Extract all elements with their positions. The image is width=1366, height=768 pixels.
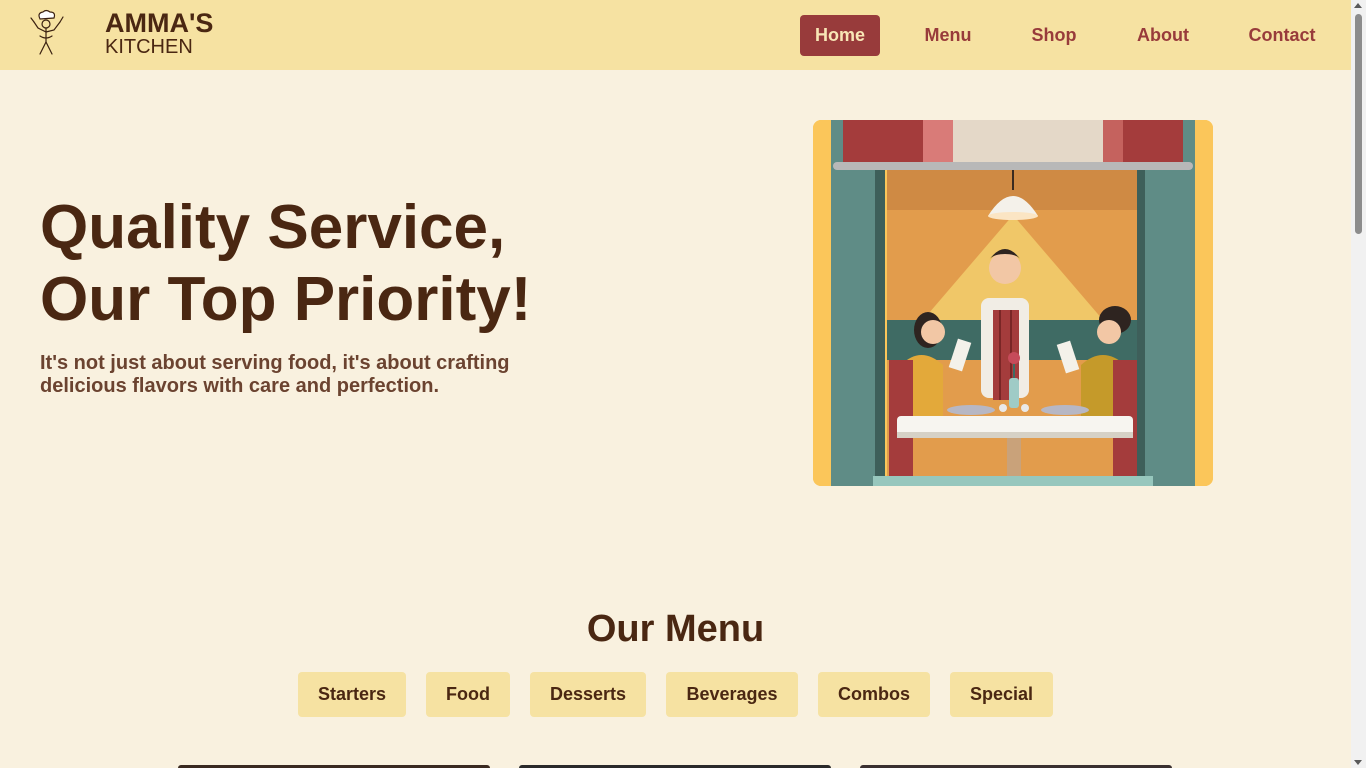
brand-logo[interactable]: AMMA'S KITCHEN [105,8,214,58]
hero-title: Quality Service, Our Top Priority! [40,192,640,336]
hero-title-line1: Quality Service, [40,193,506,262]
category-desserts-button[interactable]: Desserts [530,672,646,717]
category-beverages-button[interactable]: Beverages [666,672,798,717]
chef-icon[interactable] [26,9,66,57]
hero-title-line2: Our Top Priority! [40,265,532,334]
nav-home[interactable]: Home [800,15,880,56]
category-food-button[interactable]: Food [426,672,510,717]
page-scrollbar[interactable] [1351,0,1366,768]
category-special-button[interactable]: Special [950,672,1053,717]
hero-subtitle: It's not just about serving food, it's a… [40,352,510,397]
nav-shop[interactable]: Shop [1018,15,1090,56]
scroll-up-icon[interactable] [1354,3,1362,8]
nav-about[interactable]: About [1124,15,1202,56]
navbar: AMMA'S KITCHEN Home Menu Shop About Cont… [0,0,1351,70]
nav-menu[interactable]: Menu [912,15,984,56]
nav-contact[interactable]: Contact [1236,15,1328,56]
brand-title: AMMA'S [105,8,214,38]
scrollbar-thumb[interactable] [1355,14,1362,234]
category-combos-button[interactable]: Combos [818,672,930,717]
category-starters-button[interactable]: Starters [298,672,406,717]
menu-heading: Our Menu [586,608,765,650]
hero-illustration [813,120,1213,486]
brand-subtitle: KITCHEN [105,36,193,58]
scroll-down-icon[interactable] [1354,760,1362,765]
